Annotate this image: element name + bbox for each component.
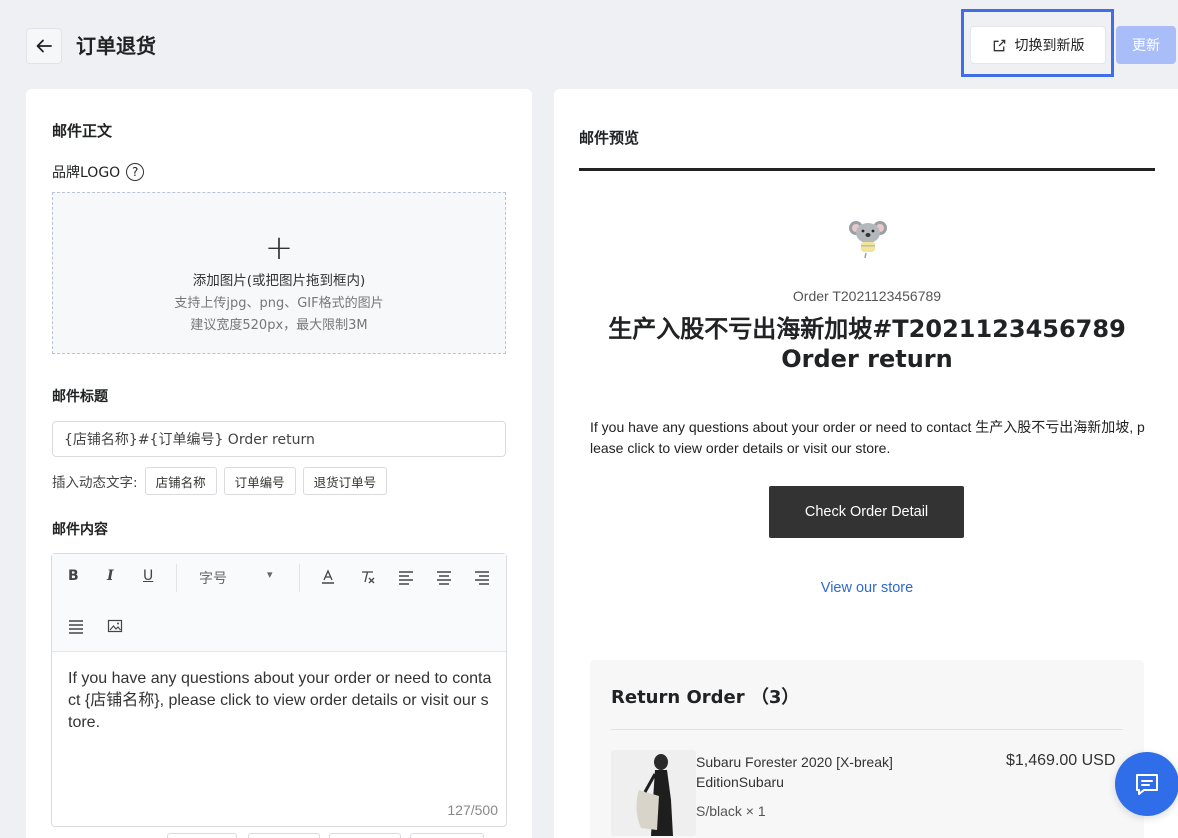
editor-toolbar: B I U 字号 ▾ bbox=[52, 554, 506, 652]
clear-format-icon[interactable] bbox=[360, 569, 376, 585]
check-order-detail-button[interactable]: Check Order Detail bbox=[769, 486, 964, 538]
bottom-button-stub bbox=[167, 833, 237, 838]
subject-label: 邮件标题 bbox=[52, 389, 108, 405]
underline-button[interactable]: U bbox=[143, 568, 153, 584]
switch-to-new-version-button[interactable]: 切换到新版 bbox=[970, 26, 1106, 64]
align-right-icon[interactable] bbox=[474, 569, 490, 585]
insert-image-icon[interactable] bbox=[107, 618, 123, 634]
toolbar-divider bbox=[299, 564, 300, 592]
divider bbox=[611, 729, 1123, 730]
content-label: 邮件内容 bbox=[52, 522, 108, 538]
email-editor-card: 邮件正文 品牌LOGO ? + 添加图片(或把图片拖到框内) 支持上传jpg、p… bbox=[26, 89, 532, 838]
email-heading: 生产入股不亏出海新加坡#T2021123456789 Order return bbox=[608, 315, 1126, 373]
upload-format-hint: 支持上传jpg、png、GIF格式的图片 bbox=[174, 296, 384, 311]
insert-tag-return-number[interactable]: 退货订单号 bbox=[302, 467, 388, 495]
align-justify-icon[interactable] bbox=[68, 618, 84, 634]
bottom-button-stub bbox=[329, 833, 401, 838]
toolbar-divider bbox=[176, 564, 177, 592]
email-body-title: 邮件正文 bbox=[52, 122, 113, 140]
email-preview: Order T2021123456789 生产入股不亏出海新加坡#T202112… bbox=[579, 171, 1155, 838]
bold-button[interactable]: B bbox=[68, 568, 79, 584]
bottom-button-stub bbox=[410, 833, 484, 838]
update-button[interactable]: 更新 bbox=[1116, 26, 1176, 64]
font-size-select[interactable]: 字号 bbox=[199, 568, 227, 588]
help-icon[interactable]: ? bbox=[126, 163, 145, 181]
insert-tag-store-name[interactable]: 店铺名称 bbox=[144, 467, 217, 495]
editor-content[interactable]: If you have any questions about your ord… bbox=[52, 652, 506, 734]
align-left-icon[interactable] bbox=[398, 569, 414, 585]
chat-icon bbox=[1136, 774, 1158, 795]
font-color-icon[interactable] bbox=[320, 569, 336, 585]
upload-size-hint: 建议宽度520px，最大限制3M bbox=[190, 318, 368, 333]
view-store-link[interactable]: View our store bbox=[579, 580, 1155, 596]
insert-label: 插入动态文字: bbox=[52, 475, 138, 491]
chevron-down-icon[interactable]: ▾ bbox=[267, 568, 273, 581]
email-preview-card: 邮件预览 Order T2021123456789 生产入股不亏出海新加坡#T2… bbox=[554, 89, 1178, 838]
product-variant: S/black × 1 bbox=[696, 803, 766, 819]
chat-button[interactable] bbox=[1115, 752, 1178, 816]
back-button[interactable] bbox=[26, 28, 62, 64]
arrow-left-icon bbox=[36, 39, 52, 53]
character-counter: 127/500 bbox=[447, 802, 498, 818]
upload-hint: 添加图片(或把图片拖到框内) bbox=[192, 273, 366, 289]
product-image bbox=[611, 750, 696, 836]
insert-tag-order-number[interactable]: 订单编号 bbox=[223, 467, 296, 495]
preview-title: 邮件预览 bbox=[579, 129, 640, 147]
align-center-icon[interactable] bbox=[436, 569, 452, 585]
return-order-section: Return Order （3） Subaru Forester 2020 [X… bbox=[590, 660, 1144, 838]
external-link-icon bbox=[993, 39, 1005, 51]
bottom-button-stub bbox=[248, 833, 320, 838]
plus-icon: + bbox=[264, 228, 294, 268]
insert-dynamic-row: 插入动态文字: 店铺名称 订单编号 退货订单号 bbox=[52, 467, 388, 495]
product-name: Subaru Forester 2020 [X-break] EditionSu… bbox=[696, 754, 893, 790]
product-price: $1,469.00 USD bbox=[1006, 752, 1116, 769]
switch-label: 切换到新版 bbox=[1014, 38, 1085, 54]
return-order-title: Return Order （3） bbox=[611, 687, 800, 708]
brand-logo-label: 品牌LOGO ? bbox=[52, 162, 145, 182]
italic-button[interactable]: I bbox=[107, 568, 114, 584]
order-number: Order T2021123456789 bbox=[792, 288, 942, 304]
store-logo bbox=[849, 221, 887, 259]
email-body-text: If you have any questions about your ord… bbox=[590, 419, 1145, 456]
logo-upload-area[interactable]: + 添加图片(或把图片拖到框内) 支持上传jpg、png、GIF格式的图片 建议… bbox=[52, 192, 506, 354]
subject-input[interactable]: {店铺名称}#{订单编号} Order return bbox=[52, 421, 506, 457]
rich-text-editor: B I U 字号 ▾ If you have any questions abo… bbox=[51, 553, 507, 827]
page-title: 订单退货 bbox=[76, 34, 156, 58]
